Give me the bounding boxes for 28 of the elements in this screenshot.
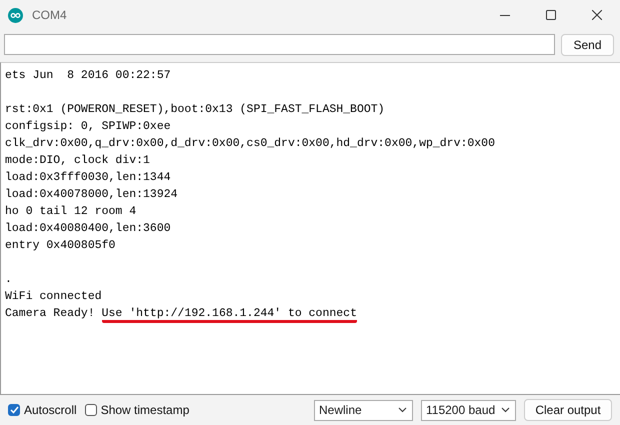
line-ending-dropdown[interactable]: Newline <box>314 400 413 420</box>
baud-rate-dropdown[interactable]: 115200 baud <box>421 400 516 420</box>
output-line: load:0x3fff0030,len:1344 <box>5 170 171 186</box>
message-field[interactable] <box>4 34 555 55</box>
output-line: ho 0 tail 12 room 4 <box>5 204 136 220</box>
output-line: load:0x40080400,len:3600 <box>5 221 171 237</box>
checkbox[interactable]: Autoscroll <box>8 403 77 417</box>
caret-icon <box>501 407 510 413</box>
output-line: clk_drv:0x00,q_drv:0x00,d_drv:0x00,cs0_drv:0x00,hd_drv:0x00,wp_drv:0x00 <box>5 136 495 152</box>
output-line: entry 0x400805f0 <box>5 238 116 254</box>
output-line: ets Jun 8 2016 00:22:57 <box>5 68 171 84</box>
check-icon <box>10 406 18 414</box>
output-line: WiFi connected <box>5 289 102 305</box>
send-button[interactable]: Send <box>561 34 614 56</box>
output-line: rst:0x1 (POWERON_RESET),boot:0x13 (SPI_FAST_FLASH_BOOT) <box>5 102 385 118</box>
checkbox[interactable]: Show timestamp <box>84 403 190 417</box>
minimize-icon[interactable] <box>500 14 510 16</box>
output-line: . <box>5 272 12 288</box>
output-line: configsip: 0, SPIWP:0xee <box>5 119 171 135</box>
window-title: COM4 <box>32 8 67 22</box>
output-line: Camera Ready! Use 'http://192.168.1.244' to connect <box>5 305 357 322</box>
output-line: mode:DIO, clock div:1 <box>5 153 150 169</box>
output-line: load:0x40078000,len:13924 <box>5 187 178 203</box>
close-icon[interactable] <box>592 10 602 20</box>
clear-output-button[interactable]: Clear output <box>524 399 612 421</box>
app-logo-icon <box>8 8 23 22</box>
maximize-icon[interactable] <box>546 10 556 20</box>
caret-icon <box>398 407 407 413</box>
